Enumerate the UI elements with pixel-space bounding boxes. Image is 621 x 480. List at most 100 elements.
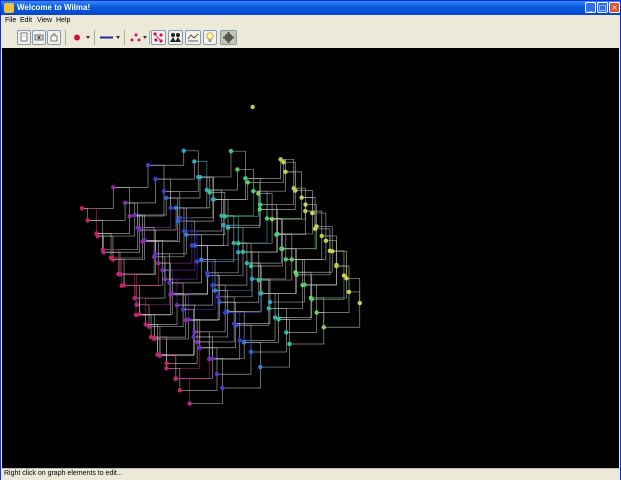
graph-node[interactable] [309,297,314,302]
graph-node[interactable] [183,318,188,323]
graph-node[interactable] [267,299,273,305]
graph-node[interactable] [162,276,168,282]
graph-node[interactable] [242,340,247,345]
graph-node[interactable] [264,216,270,221]
settings-tool[interactable] [220,30,237,45]
graph-edge[interactable] [212,263,248,286]
graph-node[interactable] [291,185,296,191]
graph-node[interactable] [79,206,85,211]
menu-edit[interactable]: Edit [20,17,32,24]
graph-edge[interactable] [197,261,213,286]
graph-node[interactable] [235,167,240,172]
graph-node[interactable] [269,216,275,222]
graph-node[interactable] [164,195,169,201]
graph-node[interactable] [303,202,308,207]
graph-edge[interactable] [247,181,261,210]
graph-node[interactable] [244,260,250,266]
graph-node[interactable] [116,271,121,277]
graph-edge[interactable] [175,359,210,380]
graph-edge[interactable] [121,285,136,299]
graph-edge[interactable] [172,275,209,294]
graph-edge[interactable] [245,159,282,179]
graph-edge[interactable] [136,282,170,306]
graph-edge[interactable] [96,216,130,234]
graph-node[interactable] [228,148,234,154]
graph-edge[interactable] [207,251,244,276]
graph-node[interactable] [219,213,224,218]
graph-nodes[interactable] [79,104,362,406]
graph-node[interactable] [214,372,220,377]
graph-edge[interactable] [215,290,228,312]
graph-node[interactable] [302,282,307,287]
graph-node[interactable] [204,187,210,193]
graph-edge[interactable] [213,182,249,200]
graph-edge[interactable] [144,221,178,241]
graph-node[interactable] [221,223,226,228]
graph-node[interactable] [312,226,318,232]
graph-edge[interactable] [170,189,208,209]
graph-node[interactable] [249,276,255,282]
graph-node[interactable] [303,208,308,214]
graph-node[interactable] [132,295,137,301]
graph-edge[interactable] [230,150,246,179]
menu-help[interactable]: Help [56,17,70,24]
graph-edge[interactable] [87,202,126,221]
graph-node[interactable] [357,300,362,306]
graph-node[interactable] [191,334,196,340]
edge-style-dropdown[interactable] [97,30,123,45]
graph-edge[interactable] [244,342,261,368]
graph-edge[interactable] [155,234,187,255]
graph-node[interactable] [156,260,161,266]
graph-edge[interactable] [212,178,246,200]
graph-edge[interactable] [194,312,226,333]
graph-edge[interactable] [209,192,226,217]
graph-edge[interactable] [191,225,224,246]
graph-edge[interactable] [103,251,121,275]
graph-edge[interactable] [213,199,229,228]
people-tool[interactable] [168,30,183,45]
graph-node[interactable] [341,273,347,278]
graph-node[interactable] [231,240,237,246]
graph-node[interactable] [323,238,329,243]
graph-node[interactable] [258,202,263,207]
graph-edge[interactable] [198,151,232,178]
graph-node[interactable] [283,257,289,262]
graph-edge[interactable] [166,177,201,199]
graph-node[interactable] [250,104,255,110]
graph-edge[interactable] [119,253,156,275]
graph-node[interactable] [310,210,315,216]
graph-node[interactable] [207,356,212,362]
graph-edge[interactable] [276,211,306,236]
graph-node[interactable] [222,310,228,315]
graph-edge[interactable] [197,323,235,343]
graph-node[interactable] [160,267,165,273]
graph-edge[interactable] [124,270,163,286]
graph-node[interactable] [164,366,169,371]
page-tool[interactable] [17,30,31,45]
graph-node[interactable] [197,345,202,350]
graph-edge[interactable] [179,199,214,219]
graph-node[interactable] [173,376,178,382]
graph-node[interactable] [346,289,352,295]
minimize-button[interactable]: _ [585,2,596,13]
graph-edge[interactable] [121,285,137,315]
graph-edge[interactable] [166,341,198,364]
graph-edge[interactable] [197,341,210,360]
graph-edge[interactable] [155,161,195,180]
graph-edge[interactable] [151,320,187,338]
graph-node[interactable] [289,257,295,262]
graph-edge[interactable] [291,240,327,260]
graph-edge[interactable] [260,274,297,294]
graph-node[interactable] [240,249,246,255]
graph-edge[interactable] [134,197,167,216]
graph-edge[interactable] [199,325,236,349]
title-bar[interactable]: Welcome to Wilma! _ □ × [1,1,620,15]
graph-node[interactable] [180,307,186,312]
layout-dropdown[interactable] [127,30,149,45]
graph-node[interactable] [134,302,139,308]
graph-edge[interactable] [225,293,261,313]
graph-node[interactable] [177,215,182,221]
graph-node[interactable] [283,169,288,175]
graph-edge[interactable] [258,259,293,281]
graph-edge[interactable] [302,284,312,298]
